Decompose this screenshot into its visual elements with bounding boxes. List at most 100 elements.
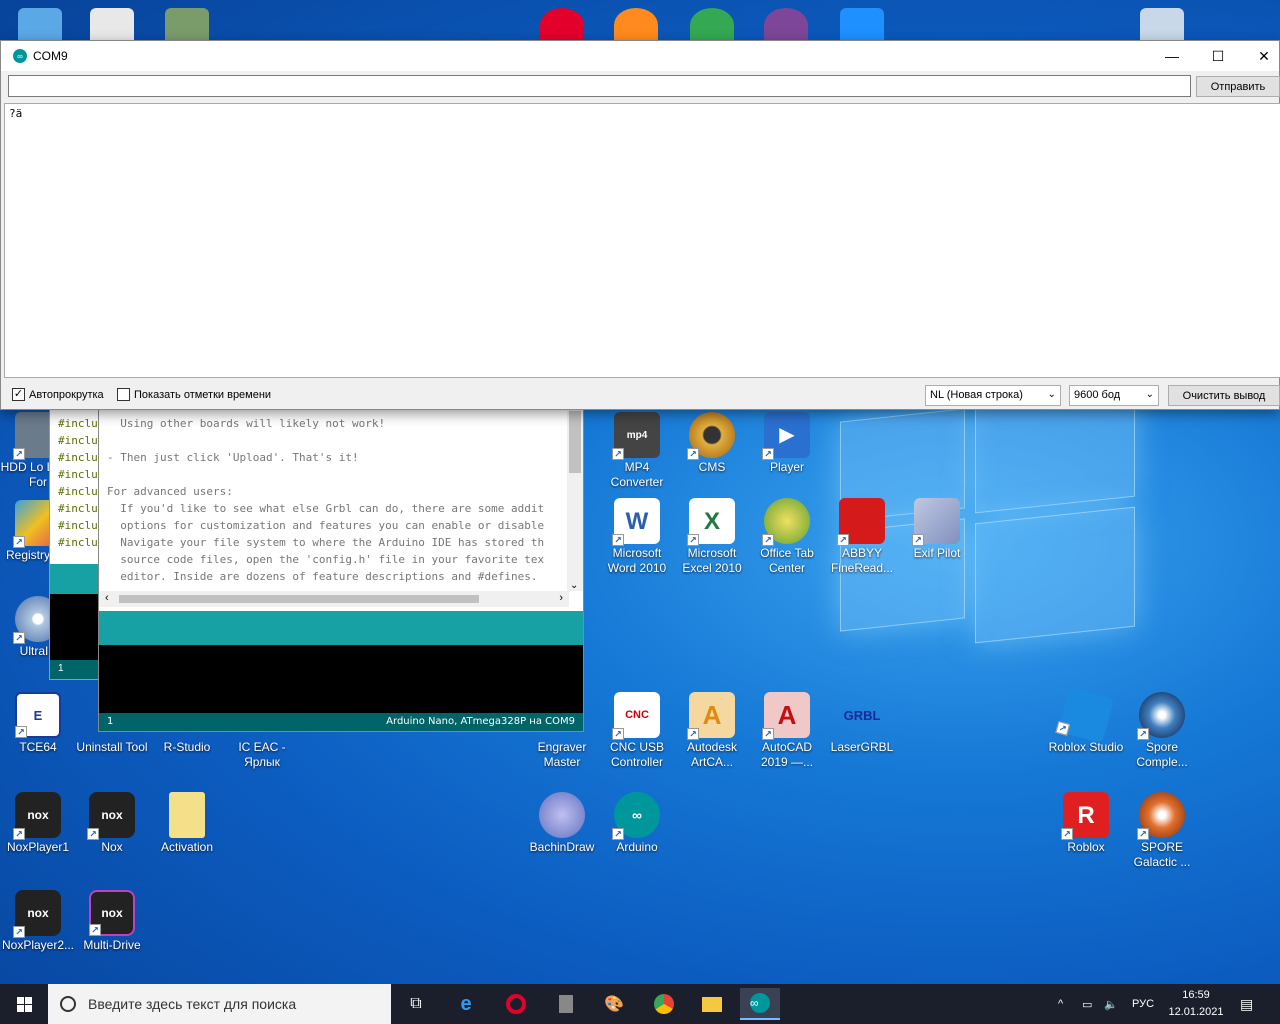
- desktop-icon-tce64[interactable]: E ↗ TCE64: [0, 692, 76, 755]
- desktop-icon-player[interactable]: ▶ ↗ Player: [749, 412, 825, 475]
- desktop-icon-artcam[interactable]: A ↗ Autodesk ArtCA...: [674, 692, 750, 770]
- task-view-icon[interactable]: ⧉: [396, 988, 436, 1020]
- timestamps-checkbox[interactable]: Показать отметки времени: [117, 388, 271, 401]
- desktop-icon-word[interactable]: W ↗ Microsoft Word 2010: [599, 498, 675, 576]
- search-icon: [60, 996, 76, 1012]
- desktop: ↗ HDD Lo Level For ↗ Registry Aid ↗ Ultr…: [0, 0, 1280, 984]
- desktop-icon-abbyy[interactable]: ↗ ABBYY FineRead...: [824, 498, 900, 576]
- nox-icon: nox ↗: [87, 792, 135, 840]
- desktop-icon-exif[interactable]: ↗ Exif Pilot: [899, 498, 975, 561]
- desktop-icon-spore-complete[interactable]: ↗ Spore Comple...: [1124, 692, 1200, 770]
- send-input[interactable]: [8, 75, 1191, 97]
- desktop-icon-spore-galactic[interactable]: ↗ SPORE Galactic ...: [1124, 792, 1200, 870]
- artcam-icon: A ↗: [687, 692, 735, 740]
- chevron-right-icon[interactable]: ›: [559, 592, 563, 604]
- scroll-thumb[interactable]: [569, 411, 581, 473]
- desktop-icon-arduino[interactable]: ∞ ↗ Arduino: [599, 792, 675, 855]
- desktop-icon-noxplayer1[interactable]: nox ↗ NoxPlayer1: [0, 792, 76, 855]
- desktop-icon-noxplayer2[interactable]: nox ↗ NoxPlayer2...: [0, 890, 76, 953]
- roblox-icon: R ↗: [1061, 792, 1109, 840]
- maximize-button[interactable]: ☐: [1195, 41, 1241, 71]
- desktop-icon-roblox[interactable]: R ↗ Roblox: [1048, 792, 1124, 855]
- play-icon: ▶ ↗: [762, 412, 810, 460]
- chevron-left-icon[interactable]: ‹: [105, 592, 109, 604]
- code-editor[interactable]: Using other boards will likely not work!…: [99, 409, 567, 589]
- scroll-thumb[interactable]: [119, 595, 479, 603]
- taskbar-search[interactable]: Введите здесь текст для поиска: [48, 984, 391, 1024]
- desktop-icon-cms[interactable]: ↗ CMS: [674, 412, 750, 475]
- edge-icon[interactable]: e: [446, 988, 486, 1020]
- tray-chevron-up-icon[interactable]: ^: [1058, 984, 1063, 1024]
- desktop-icon-roblox-studio[interactable]: ↗ Roblox Studio: [1048, 686, 1124, 755]
- arduino-icon: ∞ ↗: [612, 792, 660, 840]
- desktop-icon-bachindraw[interactable]: BachinDraw: [524, 792, 600, 855]
- opera-icon[interactable]: [496, 988, 536, 1020]
- serial-monitor-window[interactable]: ∞ COM9 — ☐ ✕ Отправить ?ä ✓ Автопрокрутк…: [0, 40, 1280, 410]
- send-button[interactable]: Отправить: [1196, 76, 1280, 97]
- desktop-icon-activation[interactable]: Activation: [149, 792, 225, 855]
- autoscroll-checkbox[interactable]: ✓ Автопрокрутка: [12, 388, 104, 401]
- spore-galactic-icon: ↗: [1137, 792, 1185, 840]
- chrome-icon[interactable]: [690, 8, 734, 42]
- baud-rate-select[interactable]: 9600 бод ⌄: [1069, 385, 1159, 406]
- serial-options-bar: ✓ Автопрокрутка Показать отметки времени…: [1, 381, 1280, 409]
- arduino-ide-window[interactable]: Using other boards will likely not work!…: [98, 408, 584, 732]
- excel-icon: X ↗: [687, 498, 735, 546]
- desktop-icon-excel[interactable]: X ↗ Microsoft Excel 2010: [674, 498, 750, 576]
- lasergrbl-icon: GRBL: [843, 707, 881, 723]
- language-indicator[interactable]: РУС: [1132, 984, 1154, 1024]
- chrome-icon[interactable]: [644, 988, 684, 1020]
- file-explorer-icon[interactable]: [692, 988, 732, 1020]
- windows-icon: [16, 996, 32, 1012]
- window-title: COM9: [33, 49, 68, 63]
- clock[interactable]: 16:59 12.01.2021: [1160, 987, 1232, 1021]
- serial-output[interactable]: ?ä: [4, 103, 1280, 378]
- title-bar[interactable]: ∞ COM9 — ☐ ✕: [1, 41, 1279, 71]
- notification-icon[interactable]: ▤: [1240, 984, 1253, 1024]
- arduino-icon: ∞: [13, 49, 27, 63]
- desktop-icon-mp4[interactable]: mp4 ↗ MP4 Converter: [599, 412, 675, 490]
- arduino-taskbar-icon[interactable]: ∞: [740, 988, 780, 1020]
- close-button[interactable]: ✕: [1241, 41, 1280, 71]
- nox-icon: nox ↗: [13, 890, 61, 938]
- exif-icon: ↗: [912, 498, 960, 546]
- monitor-icon[interactable]: [18, 8, 62, 42]
- checkbox-checked-icon[interactable]: ✓: [12, 388, 25, 401]
- desktop-icon-cnc[interactable]: CNC ↗ CNC USB Controller: [599, 692, 675, 770]
- message-bar: [99, 611, 583, 645]
- nox-multidrive-icon: nox ↗: [89, 890, 135, 936]
- chevron-down-icon: ⌄: [1145, 389, 1154, 400]
- volume-icon[interactable]: 🔈: [1104, 984, 1118, 1024]
- desktop-icon-lasergrbl[interactable]: GRBL LaserGRBL: [824, 692, 900, 755]
- desktop-icon-multidrive[interactable]: nox ↗ Multi-Drive: [74, 890, 150, 953]
- checkbox-unchecked-icon[interactable]: [117, 388, 130, 401]
- edge-icon[interactable]: [840, 8, 884, 42]
- paint-icon[interactable]: 🎨: [594, 988, 634, 1020]
- vertical-scrollbar[interactable]: ⌄: [567, 409, 583, 591]
- tor-icon[interactable]: [764, 8, 808, 42]
- calculator-icon[interactable]: [546, 988, 586, 1020]
- line-ending-select[interactable]: NL (Новая строка) ⌄: [925, 385, 1061, 406]
- roblox-studio-icon: ↗: [1055, 686, 1115, 744]
- film-icon: mp4 ↗: [612, 412, 660, 460]
- minimize-button[interactable]: —: [1149, 41, 1195, 71]
- chevron-down-icon: ⌄: [1047, 389, 1056, 400]
- desktop-icon-autocad[interactable]: A ↗ AutoCAD 2019 —...: [749, 692, 825, 770]
- desktop-icon-nox[interactable]: nox ↗ Nox: [74, 792, 150, 855]
- desktop-icon-officetab[interactable]: ↗ Office Tab Center: [749, 498, 825, 576]
- recycle-bin-icon[interactable]: [1140, 8, 1184, 42]
- opera-icon[interactable]: [540, 8, 584, 42]
- send-row: Отправить: [1, 71, 1280, 103]
- network-icon[interactable]: ▭: [1082, 984, 1092, 1024]
- camera-icon: ↗: [687, 412, 735, 460]
- pdf-icon[interactable]: [90, 8, 134, 42]
- chevron-down-icon[interactable]: ⌄: [570, 580, 578, 591]
- board-info: Arduino Nano, ATmega328P на COM9: [386, 716, 575, 727]
- firefox-icon[interactable]: [614, 8, 658, 42]
- users-icon[interactable]: [165, 8, 209, 42]
- horizontal-scrollbar[interactable]: ‹ ›: [99, 591, 569, 607]
- clear-output-button[interactable]: Очистить вывод: [1168, 385, 1280, 406]
- autocad-icon: A ↗: [762, 692, 810, 740]
- start-button[interactable]: [0, 984, 48, 1024]
- nox-icon: nox ↗: [13, 792, 61, 840]
